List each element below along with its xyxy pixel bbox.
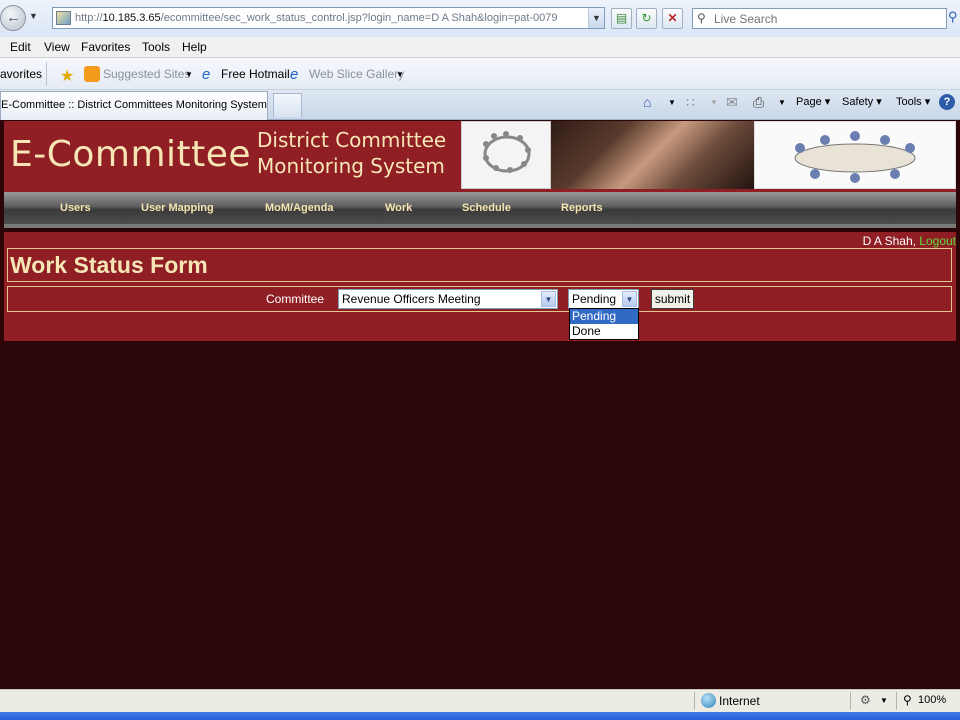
chevron-down-icon[interactable]: ▼ <box>185 70 193 79</box>
back-arrow-icon: ← <box>6 9 21 26</box>
submit-button[interactable]: submit <box>651 289 694 309</box>
rss-feed-icon[interactable]: ∷ <box>686 94 695 111</box>
nav-users[interactable]: Users <box>60 202 91 214</box>
site-subtitle: District Committee Monitoring System <box>257 128 447 178</box>
divider <box>694 692 695 710</box>
form-title-box: Work Status Form <box>7 248 952 282</box>
search-icon: ⚲ <box>697 11 706 25</box>
tools-menu[interactable]: Tools ▾ <box>896 95 930 108</box>
favorites-label[interactable]: avorites <box>0 67 42 81</box>
menu-favorites[interactable]: Favorites <box>81 40 130 54</box>
zoom-icon: ⚲ <box>903 693 912 707</box>
home-icon[interactable]: ⌂ <box>643 94 651 110</box>
page-icon <box>56 11 71 25</box>
search-go-icon[interactable]: ⚲ <box>948 9 958 25</box>
logout-link[interactable]: Logout <box>919 234 956 248</box>
address-dropdown-icon[interactable]: ▼ <box>588 8 604 28</box>
print-icon[interactable]: ⎙ <box>753 94 764 111</box>
zoom-level[interactable]: 100% <box>918 694 946 706</box>
add-favorite-star-icon[interactable]: ★ <box>60 66 76 85</box>
menu-edit[interactable]: Edit <box>10 40 31 54</box>
history-dropdown-icon[interactable]: ▼ <box>29 11 38 21</box>
people-circle-image <box>461 121 551 189</box>
free-hotmail-link[interactable]: Free Hotmail <box>221 67 290 81</box>
nav-user-mapping[interactable]: User Mapping <box>141 202 214 214</box>
search-box[interactable]: ⚲ <box>692 8 947 29</box>
ie-icon: e <box>290 66 299 83</box>
work-status-form: Committee Revenue Officers Meeting ▼ Pen… <box>7 286 952 312</box>
stop-icon[interactable]: ✕ <box>662 8 683 29</box>
divider <box>46 62 47 86</box>
status-dropdown-list: Pending Done <box>569 308 639 340</box>
nav-work[interactable]: Work <box>385 202 412 214</box>
nav-schedule[interactable]: Schedule <box>462 202 511 214</box>
divider <box>850 692 851 710</box>
site-logo: E-Committee <box>10 134 252 175</box>
nav-reports[interactable]: Reports <box>561 202 603 214</box>
status-option-pending[interactable]: Pending <box>570 309 638 324</box>
user-name: D A Shah, <box>862 234 916 248</box>
address-toolbar: ← ▼ http://10.185.3.65/ecommittee/sec_wo… <box>0 0 960 37</box>
nav-mom-agenda[interactable]: MoM/Agenda <box>265 202 333 214</box>
committee-select[interactable]: Revenue Officers Meeting ▼ <box>338 289 558 309</box>
globe-icon <box>701 693 716 708</box>
protected-mode-icon[interactable]: ⚙ <box>860 693 871 707</box>
suggested-sites-icon <box>84 66 100 82</box>
status-selected-value: Pending <box>572 292 617 306</box>
page-menu[interactable]: Page ▾ <box>796 95 830 108</box>
new-tab-button[interactable] <box>273 93 302 117</box>
compatibility-view-icon[interactable]: ▤ <box>611 8 632 29</box>
meeting-sketch-image <box>754 121 956 189</box>
tab-ecommittee[interactable]: E-Committee :: District Committees Monit… <box>0 91 268 120</box>
taskbar <box>0 712 960 720</box>
status-select[interactable]: Pending ▼ <box>568 289 639 309</box>
chevron-down-icon[interactable]: ▼ <box>396 70 404 79</box>
help-icon[interactable]: ? <box>939 94 955 110</box>
menu-tools[interactable]: Tools <box>142 40 170 54</box>
security-zone: Internet <box>719 694 760 708</box>
status-option-done[interactable]: Done <box>570 324 638 339</box>
web-slice-gallery-link[interactable]: Web Slice Gallery <box>309 67 404 81</box>
chevron-down-icon[interactable]: ▼ <box>541 291 556 307</box>
hands-together-photo <box>551 121 754 189</box>
ie-icon: e <box>202 66 211 83</box>
site-banner: E-Committee District Committee Monitorin… <box>4 121 956 192</box>
address-bar[interactable]: http://10.185.3.65/ecommittee/sec_work_s… <box>52 7 605 29</box>
work-status-panel: D A Shah, Logout Work Status Form Commit… <box>4 232 956 341</box>
chevron-down-icon[interactable]: ▼ <box>778 98 786 107</box>
tab-title: E-Committee :: District Committees Monit… <box>1 99 267 111</box>
refresh-icon[interactable]: ↻ <box>636 8 657 29</box>
menu-bar: Edit View Favorites Tools Help <box>0 37 960 58</box>
chevron-down-icon[interactable]: ▼ <box>622 291 637 307</box>
chevron-down-icon[interactable]: ▼ <box>668 98 676 107</box>
committee-selected-value: Revenue Officers Meeting <box>342 292 481 306</box>
status-bar: Internet ⚙ ▼ ⚲ 100% <box>0 689 960 712</box>
tab-bar: E-Committee :: District Committees Monit… <box>0 90 960 120</box>
chevron-down-icon[interactable]: ▼ <box>710 98 718 107</box>
favorites-bar: avorites ★ Suggested Sites ▼ e Free Hotm… <box>0 58 960 90</box>
divider <box>896 692 897 710</box>
menu-help[interactable]: Help <box>182 40 207 54</box>
back-button[interactable]: ← <box>0 5 26 31</box>
search-input[interactable] <box>714 10 944 27</box>
chevron-down-icon[interactable]: ▼ <box>880 696 888 705</box>
main-nav: Users User Mapping MoM/Agenda Work Sched… <box>4 192 956 228</box>
safety-menu[interactable]: Safety ▾ <box>842 95 882 108</box>
mail-icon[interactable]: ✉ <box>726 94 738 111</box>
committee-label: Committee <box>266 292 325 306</box>
user-info: D A Shah, Logout <box>863 234 956 248</box>
suggested-sites-link[interactable]: Suggested Sites <box>103 67 190 81</box>
address-url[interactable]: http://10.185.3.65/ecommittee/sec_work_s… <box>75 12 558 24</box>
menu-view[interactable]: View <box>44 40 70 54</box>
page-content: E-Committee District Committee Monitorin… <box>0 121 960 689</box>
page-title: Work Status Form <box>10 252 208 278</box>
